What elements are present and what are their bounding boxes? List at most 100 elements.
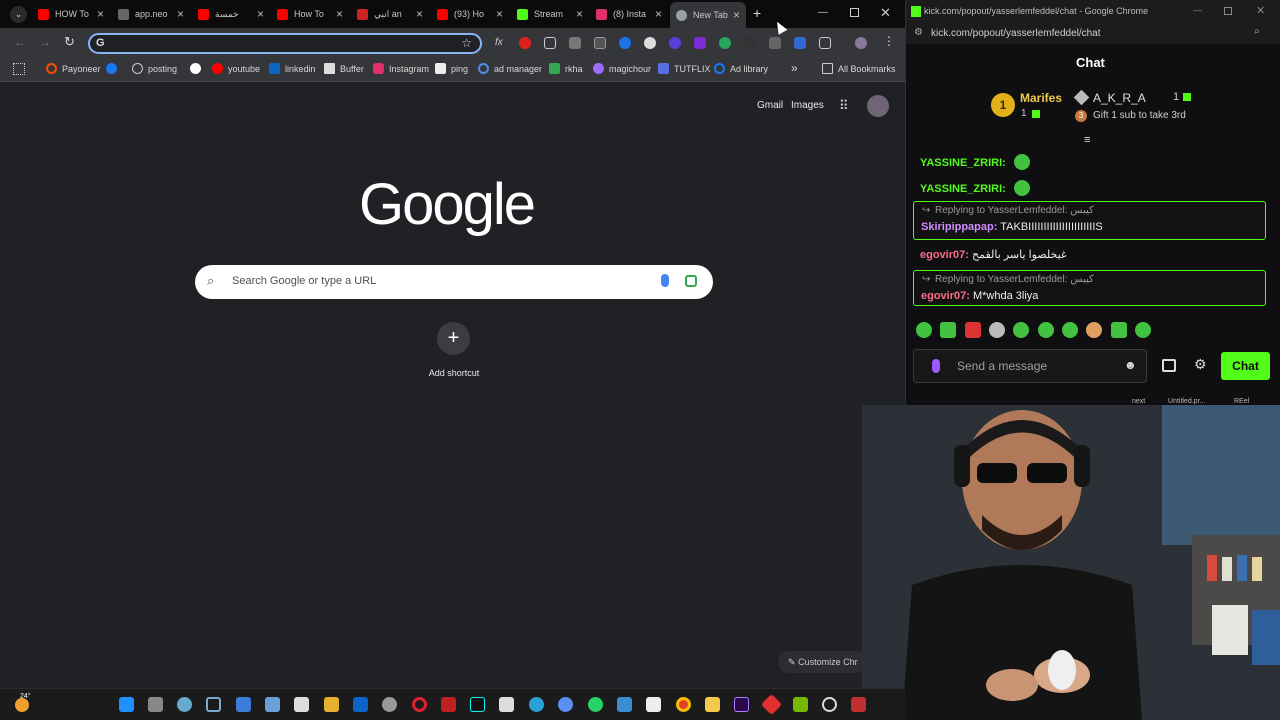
tab[interactable]: (93) Ho ×	[437, 4, 503, 24]
bookmark-rkha[interactable]: rkha	[549, 63, 583, 74]
images-link[interactable]: Images	[791, 100, 824, 111]
bookmark-magichour[interactable]: magichour	[593, 63, 651, 74]
chrome-icon[interactable]	[676, 697, 691, 712]
close-icon[interactable]: ×	[733, 8, 740, 22]
nvidia-icon[interactable]	[793, 697, 808, 712]
opera-icon[interactable]	[412, 697, 427, 712]
tab[interactable]: HOW To ×	[38, 4, 104, 24]
bookmark-buffer[interactable]: Buffer	[324, 63, 364, 74]
bookmarks-overflow-button[interactable]: »	[791, 61, 798, 75]
close-window-icon[interactable]: ✕	[880, 5, 891, 21]
app-icon[interactable]	[617, 697, 632, 712]
task-view-icon[interactable]	[148, 697, 163, 712]
profile-avatar[interactable]	[855, 37, 867, 49]
chat-username[interactable]: YASSINE_ZRIRI:	[920, 157, 1006, 169]
extension-box-icon[interactable]	[594, 37, 606, 49]
chat-username[interactable]: egovir07:	[920, 249, 969, 261]
google-apps-icon[interactable]: ⠿	[839, 98, 849, 114]
add-shortcut-button[interactable]: +	[437, 322, 470, 355]
extension-mute-icon[interactable]	[769, 37, 781, 49]
app-icon[interactable]	[294, 697, 309, 712]
store-icon[interactable]	[1162, 359, 1176, 372]
settings-icon[interactable]	[382, 697, 397, 712]
app-icon[interactable]	[499, 697, 514, 712]
close-icon[interactable]: ×	[496, 7, 503, 21]
close-icon[interactable]: ×	[97, 7, 104, 21]
forward-icon[interactable]: →	[39, 35, 51, 49]
extension-purple-icon[interactable]	[669, 37, 681, 49]
bookmark-posting[interactable]: posting	[132, 63, 177, 74]
bookmark-ad-manager[interactable]: ad manager	[478, 63, 542, 74]
minimize-icon[interactable]: —	[818, 7, 828, 18]
extension-green-icon[interactable]	[719, 37, 731, 49]
bookmark-youtube[interactable]: youtube	[212, 63, 260, 74]
extension-camera-icon[interactable]	[569, 37, 581, 49]
bookmark-google[interactable]	[190, 63, 206, 74]
extension-grid-icon[interactable]	[544, 37, 556, 49]
app-icon[interactable]	[760, 693, 783, 716]
collapse-icon[interactable]: ≡	[1084, 134, 1096, 146]
settings-gear-icon[interactable]: ⚙	[1194, 356, 1207, 373]
address-bar[interactable]: G ☆	[88, 33, 482, 54]
microphone-icon[interactable]	[932, 359, 940, 373]
app-icon[interactable]	[851, 697, 866, 712]
notion-icon[interactable]	[646, 697, 661, 712]
app-icon[interactable]	[206, 697, 221, 712]
apps-grid-icon[interactable]	[13, 63, 25, 75]
back-icon[interactable]: ←	[14, 35, 26, 49]
extension-dark-icon[interactable]	[744, 37, 756, 49]
maximize-icon[interactable]	[1224, 7, 1232, 15]
minimize-icon[interactable]: —	[1193, 5, 1202, 15]
emote-icon[interactable]	[1013, 322, 1029, 338]
extension-blue-icon[interactable]	[619, 37, 631, 49]
tab[interactable]: app.neo ×	[118, 4, 184, 24]
site-settings-icon[interactable]: ⚙	[914, 27, 923, 38]
voice-search-icon[interactable]	[661, 274, 669, 287]
extension-fx-icon[interactable]: fx	[495, 37, 507, 49]
close-icon[interactable]: ×	[416, 7, 423, 21]
extension-tag-icon[interactable]	[794, 37, 806, 49]
reload-icon[interactable]: ↻	[64, 34, 75, 50]
emote-icon[interactable]	[1086, 322, 1102, 338]
app-icon[interactable]	[265, 697, 280, 712]
bookmark-instagram[interactable]: Instagram	[373, 63, 429, 74]
rank-3-prompt[interactable]: Gift 1 sub to take 3rd	[1093, 110, 1186, 121]
reply-context[interactable]: Replying to YasserLemfeddel: كيبس	[935, 274, 1094, 285]
whatsapp-icon[interactable]	[588, 697, 603, 712]
emote-icon[interactable]	[916, 322, 932, 338]
extensions-puzzle-icon[interactable]	[819, 37, 831, 49]
bookmark-linkedin[interactable]: linkedin	[269, 63, 316, 74]
maximize-icon[interactable]	[850, 8, 859, 17]
file-explorer-icon[interactable]	[705, 697, 720, 712]
app-icon[interactable]	[441, 697, 456, 712]
tab[interactable]: خمسة ×	[198, 4, 264, 24]
emote-icon[interactable]	[965, 322, 981, 338]
tab-active[interactable]: New Tab ×	[670, 2, 746, 28]
lens-icon[interactable]	[685, 275, 697, 287]
chat-username[interactable]: YASSINE_ZRIRI:	[920, 183, 1006, 195]
close-icon[interactable]: ×	[336, 7, 343, 21]
customize-chrome-button[interactable]: ✎ Customize Chr	[778, 651, 868, 673]
chat-username[interactable]: Skiripippapap:	[921, 221, 997, 233]
chat-url-bar[interactable]: ⚙ kick.com/popout/yasserlemfeddel/chat ⌕	[906, 24, 1280, 44]
bookmark-ping[interactable]: ping	[435, 63, 468, 74]
premiere-icon[interactable]	[734, 697, 749, 712]
close-icon[interactable]: ×	[655, 7, 662, 21]
emote-icon[interactable]	[940, 322, 956, 338]
bookmark-star-icon[interactable]: ☆	[461, 36, 472, 50]
tab[interactable]: (8) Insta ×	[596, 4, 662, 24]
account-avatar[interactable]	[867, 95, 889, 117]
emote-icon[interactable]	[1111, 322, 1127, 338]
close-window-icon[interactable]: ✕	[1256, 4, 1265, 17]
extension-red-icon[interactable]	[519, 37, 531, 49]
all-bookmarks-button[interactable]: All Bookmarks	[822, 63, 896, 74]
tab[interactable]: Stream ×	[517, 4, 583, 24]
app-icon[interactable]	[822, 697, 837, 712]
send-chat-button[interactable]: Chat	[1221, 352, 1270, 380]
app-icon[interactable]	[558, 697, 573, 712]
tab[interactable]: How To ×	[277, 4, 343, 24]
close-icon[interactable]: ×	[257, 7, 264, 21]
emoji-picker-icon[interactable]: ☻	[1124, 358, 1137, 372]
zoom-icon[interactable]: ⌕	[1254, 26, 1260, 37]
copilot-icon[interactable]	[177, 697, 192, 712]
